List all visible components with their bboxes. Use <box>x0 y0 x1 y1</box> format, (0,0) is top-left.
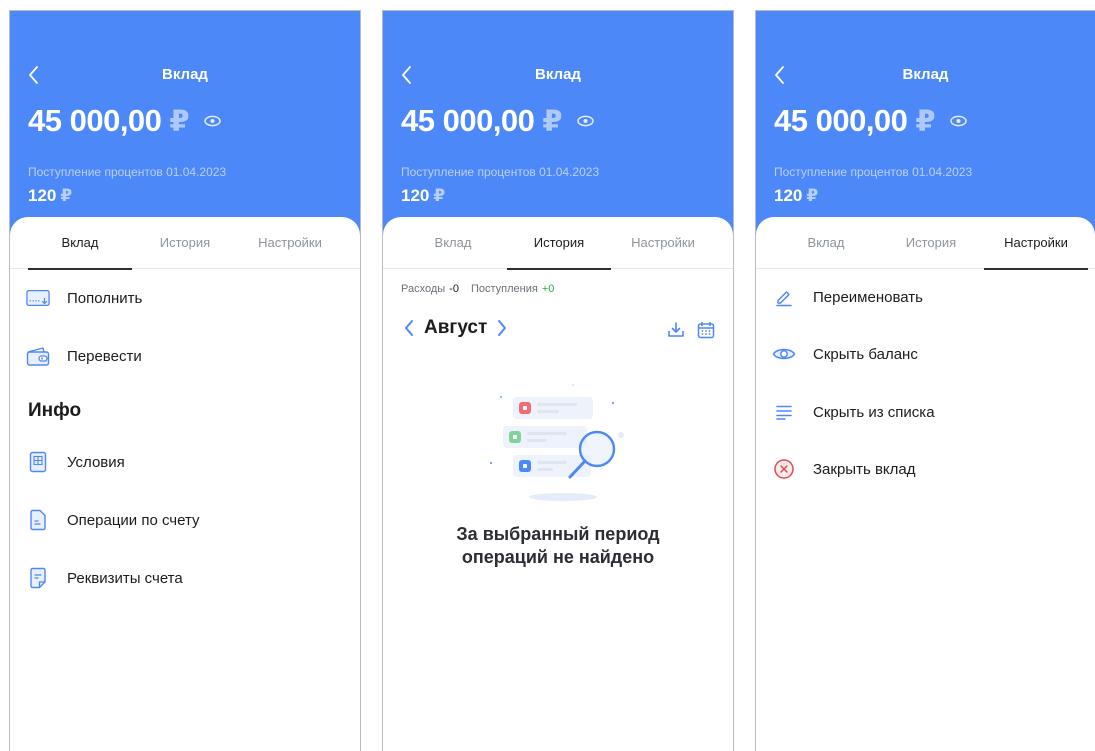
eye-icon <box>772 342 796 366</box>
show-balance-eye-icon[interactable] <box>949 115 967 127</box>
prev-month-chevron-icon[interactable] <box>403 318 415 338</box>
pencil-icon <box>772 285 796 309</box>
calendar-icon[interactable] <box>697 321 715 339</box>
month-selector: Август <box>403 317 508 339</box>
tab-settings[interactable]: Настройки <box>984 217 1088 270</box>
operations-item[interactable]: Операции по счету <box>10 500 360 540</box>
show-balance-eye-icon[interactable] <box>203 115 221 127</box>
balance-currency: ₽ <box>169 105 190 138</box>
next-month-chevron-icon[interactable] <box>496 318 508 338</box>
period-stats: Расходы -0 Поступления +0 <box>401 283 554 295</box>
interest-label: Поступление процентов 01.04.2023 <box>28 165 227 179</box>
download-icon[interactable] <box>667 321 685 339</box>
interest-label: Поступление процентов 01.04.2023 <box>401 165 600 179</box>
item-label: Переименовать <box>813 288 923 306</box>
tab-bar: Вклад История Настройки <box>756 217 1095 270</box>
balance: 45 000,00 ₽ <box>28 103 221 139</box>
empty-search-illustration <box>490 384 624 501</box>
item-label: Скрыть баланс <box>813 345 918 363</box>
item-label: Реквизиты счета <box>67 569 183 587</box>
history-screen: Вклад 45 000,00 ₽ Поступление процентов … <box>382 10 734 751</box>
transfer-item[interactable]: Перевести <box>10 336 360 376</box>
tab-history[interactable]: История <box>880 217 982 269</box>
content-sheet: Вклад История Настройки Расходы -0 Поступл… <box>383 217 733 751</box>
history-tools <box>667 321 715 339</box>
deposit-header: Вклад 45 000,00 ₽ Поступление процентов … <box>383 11 733 241</box>
top-up-card-icon <box>26 286 50 310</box>
rename-item[interactable]: Переименовать <box>756 277 1095 317</box>
list-icon <box>772 400 796 424</box>
interest-value: 120 ₽ <box>28 186 73 205</box>
requisites-document-icon <box>26 566 50 590</box>
interest-value: 120 ₽ <box>774 186 819 205</box>
deposit-header: Вклад 45 000,00 ₽ Поступление процентов … <box>756 11 1095 241</box>
balance: 45 000,00 ₽ <box>774 103 967 139</box>
hide-from-list-item[interactable]: Скрыть из списка <box>756 392 1095 432</box>
interest-label: Поступление процентов 01.04.2023 <box>774 165 973 179</box>
item-label: Закрыть вклад <box>813 460 916 478</box>
balance-currency: ₽ <box>915 105 936 138</box>
income-value: +0 <box>541 283 555 295</box>
content-sheet: Вклад История Настройки Пополнить Переве… <box>10 217 360 751</box>
tab-deposit[interactable]: Вклад <box>774 217 878 269</box>
deposit-header: Вклад 45 000,00 ₽ Поступление процентов … <box>10 11 360 241</box>
balance-amount: 45 000,00 <box>401 103 535 138</box>
empty-state-message: За выбранный период операций не найдено <box>456 524 660 567</box>
balance: 45 000,00 ₽ <box>401 103 594 139</box>
tab-history[interactable]: История <box>507 217 611 270</box>
tab-bar: Вклад История Настройки <box>10 217 360 270</box>
close-deposit-item[interactable]: Закрыть вклад <box>756 449 1095 489</box>
tab-settings[interactable]: Настройки <box>611 217 715 269</box>
operations-document-icon <box>26 508 50 532</box>
wallet-transfer-icon <box>26 344 50 368</box>
conditions-item[interactable]: Условия <box>10 442 360 482</box>
item-label: Операции по счету <box>67 511 200 529</box>
tab-deposit[interactable]: Вклад <box>401 217 505 269</box>
content-sheet: Вклад История Настройки Переименовать Ск… <box>756 217 1095 751</box>
balance-amount: 45 000,00 <box>28 103 162 138</box>
page-title: Вклад <box>902 66 949 83</box>
tab-deposit[interactable]: Вклад <box>28 217 132 270</box>
tab-bar: Вклад История Настройки <box>383 217 733 270</box>
tab-history[interactable]: История <box>134 217 236 269</box>
conditions-document-icon <box>26 450 50 474</box>
deposit-screen: Вклад 45 000,00 ₽ Поступление процентов … <box>9 10 361 751</box>
month-label: Август <box>424 317 488 338</box>
item-label: Пополнить <box>67 289 143 307</box>
page-title: Вклад <box>162 66 208 83</box>
balance-currency: ₽ <box>542 105 563 138</box>
interest-value: 120 ₽ <box>401 186 446 205</box>
hide-balance-item[interactable]: Скрыть баланс <box>756 334 1095 374</box>
expenses-label: Расходы <box>401 283 446 295</box>
close-circle-icon <box>772 457 796 481</box>
top-up-item[interactable]: Пополнить <box>10 278 360 318</box>
item-label: Перевести <box>67 347 142 365</box>
page-title: Вклад <box>535 66 581 83</box>
settings-screen: Вклад 45 000,00 ₽ Поступление процентов … <box>755 10 1095 751</box>
requisites-item[interactable]: Реквизиты счета <box>10 558 360 598</box>
info-section-title: Инфо <box>28 400 82 421</box>
item-label: Условия <box>67 453 125 471</box>
show-balance-eye-icon[interactable] <box>576 115 594 127</box>
income-label: Поступления <box>470 283 538 295</box>
expenses-value: -0 <box>449 283 459 295</box>
balance-amount: 45 000,00 <box>774 103 908 138</box>
item-label: Скрыть из списка <box>813 403 935 421</box>
tab-settings[interactable]: Настройки <box>238 217 342 269</box>
